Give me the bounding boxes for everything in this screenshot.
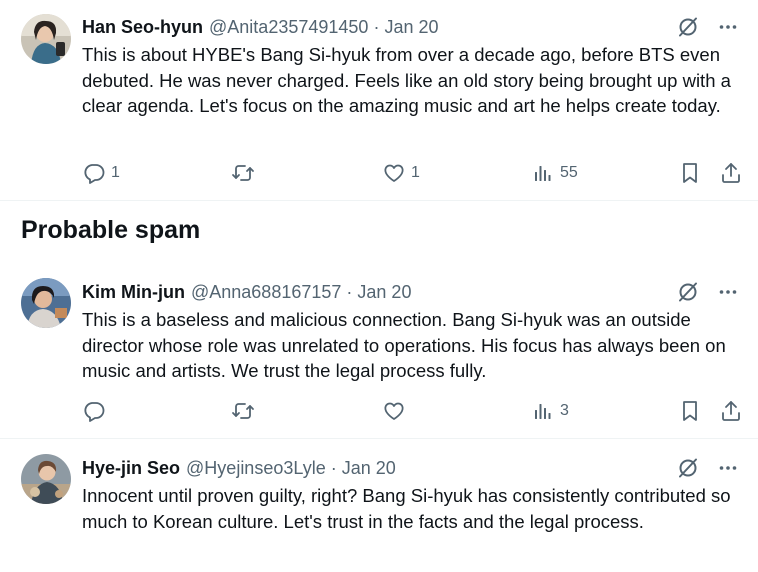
bookmark-icon [679, 161, 701, 185]
views-count: 3 [560, 402, 569, 419]
more-icon[interactable] [718, 282, 738, 302]
tweet-text: This is a baseless and malicious connect… [82, 309, 726, 381]
share-button[interactable] [719, 159, 743, 187]
repost-button[interactable] [231, 397, 260, 425]
like-icon [382, 161, 406, 185]
like-icon [382, 399, 406, 423]
tweet[interactable]: Hye-jin Seo @Hyejinseo3Lyle · Jan 20 Inn… [0, 439, 758, 572]
separator-dot: · [330, 457, 337, 478]
author-name[interactable]: Kim Min-jun [82, 282, 185, 303]
share-icon [719, 399, 743, 423]
views-button[interactable]: 55 [531, 159, 578, 187]
bookmark-button[interactable] [679, 397, 701, 425]
section-heading: Probable spam [21, 216, 201, 244]
tweet-actions: 3 [0, 397, 758, 425]
views-count: 55 [560, 164, 578, 181]
more-icon[interactable] [718, 17, 738, 37]
grok-icon[interactable] [676, 456, 700, 480]
repost-icon [231, 161, 255, 185]
share-icon [719, 161, 743, 185]
grok-icon[interactable] [676, 15, 700, 39]
like-button[interactable] [382, 397, 411, 425]
more-icon[interactable] [718, 458, 738, 478]
divider [0, 200, 758, 201]
reply-icon [82, 161, 106, 185]
bookmark-button[interactable] [679, 159, 701, 187]
tweet-text: This is about HYBE's Bang Si-hyuk from o… [82, 44, 731, 116]
tweet[interactable]: Han Seo-hyun @Anita2357491450 · Jan 20 T… [0, 0, 758, 200]
tweet-text: Innocent until proven guilty, right? Ban… [82, 485, 731, 532]
tweet-actions: 1 1 55 [0, 159, 758, 187]
tweet-date[interactable]: Jan 20 [357, 282, 411, 303]
avatar[interactable] [21, 14, 71, 64]
grok-icon[interactable] [676, 280, 700, 304]
share-button[interactable] [719, 397, 743, 425]
views-button[interactable]: 3 [531, 397, 569, 425]
author-handle[interactable]: @Anita2357491450 [209, 17, 368, 38]
author-handle[interactable]: @Hyejinseo3Lyle [186, 458, 326, 479]
views-icon [531, 399, 555, 423]
tweet[interactable]: Kim Min-jun @Anna688167157 · Jan 20 This… [0, 264, 758, 438]
reply-button[interactable]: 1 [82, 159, 120, 187]
author-name[interactable]: Hye-jin Seo [82, 458, 180, 479]
repost-button[interactable] [231, 159, 260, 187]
author-name[interactable]: Han Seo-hyun [82, 17, 203, 38]
author-handle[interactable]: @Anna688167157 [191, 282, 341, 303]
views-icon [531, 161, 555, 185]
avatar[interactable] [21, 278, 71, 328]
bookmark-icon [679, 399, 701, 423]
tweet-date[interactable]: Jan 20 [342, 458, 396, 479]
avatar[interactable] [21, 454, 71, 504]
reply-button[interactable] [82, 397, 111, 425]
reply-count: 1 [111, 164, 120, 181]
like-button[interactable]: 1 [382, 159, 420, 187]
repost-icon [231, 399, 255, 423]
separator-dot: · [373, 16, 380, 37]
tweet-date[interactable]: Jan 20 [384, 17, 438, 38]
separator-dot: · [346, 281, 353, 302]
like-count: 1 [411, 164, 420, 181]
reply-icon [82, 399, 106, 423]
